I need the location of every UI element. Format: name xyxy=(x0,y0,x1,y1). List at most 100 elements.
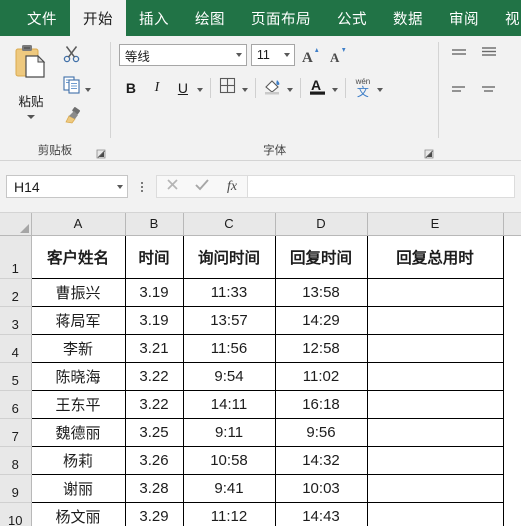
tab-insert[interactable]: 插入 xyxy=(126,0,182,36)
cell-c4[interactable]: 11:56 xyxy=(183,334,276,363)
cell-e1[interactable]: 回复总用时 xyxy=(367,235,504,279)
cell-b4[interactable]: 3.21 xyxy=(125,334,184,363)
cell-c8[interactable]: 10:58 xyxy=(183,446,276,475)
row-header-7[interactable]: 7 xyxy=(0,418,32,447)
cell-d7[interactable]: 9:56 xyxy=(275,418,368,447)
align-center-button[interactable] xyxy=(477,82,501,106)
cell-d3[interactable]: 14:29 xyxy=(275,306,368,335)
row-header-9[interactable]: 9 xyxy=(0,474,32,503)
clipboard-dialog-launcher-icon[interactable] xyxy=(95,147,107,159)
shrink-font-button[interactable]: A xyxy=(327,43,351,67)
cell-f1[interactable] xyxy=(503,235,521,278)
insert-function-button[interactable]: fx xyxy=(217,176,247,197)
cell-a4[interactable]: 李新 xyxy=(30,334,126,363)
chevron-down-icon[interactable] xyxy=(196,88,203,92)
cell-a6[interactable]: 王东平 xyxy=(30,390,126,419)
cell-a10[interactable]: 杨文丽 xyxy=(30,502,126,526)
cell-b1[interactable]: 时间 xyxy=(125,235,184,279)
bold-button[interactable]: B xyxy=(119,76,143,100)
cell-f2[interactable] xyxy=(503,278,521,306)
chevron-down-icon[interactable] xyxy=(286,88,293,92)
cell-e6[interactable] xyxy=(367,390,504,419)
chevron-down-icon[interactable] xyxy=(241,88,248,92)
cell-e8[interactable] xyxy=(367,446,504,475)
phonetic-guide-button[interactable]: wén 文 xyxy=(351,73,375,103)
name-box[interactable]: H14 xyxy=(6,175,128,198)
cell-f3[interactable] xyxy=(503,306,521,334)
row-header-4[interactable]: 4 xyxy=(0,334,32,363)
cell-f4[interactable] xyxy=(503,334,521,362)
row-header-1[interactable]: 1 xyxy=(0,235,32,279)
chevron-down-icon[interactable] xyxy=(27,115,35,119)
chevron-down-icon[interactable] xyxy=(85,87,91,92)
cell-b10[interactable]: 3.29 xyxy=(125,502,184,526)
cell-a9[interactable]: 谢丽 xyxy=(30,474,126,503)
align-left-button[interactable] xyxy=(447,82,471,106)
cell-d9[interactable]: 10:03 xyxy=(275,474,368,503)
column-header-b[interactable]: B xyxy=(125,213,184,236)
cell-e10[interactable] xyxy=(367,502,504,526)
row-header-5[interactable]: 5 xyxy=(0,362,32,391)
paste-button[interactable]: 粘贴 xyxy=(0,36,62,142)
fill-color-button[interactable] xyxy=(261,76,285,100)
row-header-3[interactable]: 3 xyxy=(0,306,32,335)
cut-button[interactable] xyxy=(62,44,110,69)
chevron-down-icon[interactable] xyxy=(376,88,383,92)
tab-draw[interactable]: 绘图 xyxy=(182,0,238,36)
cell-d4[interactable]: 12:58 xyxy=(275,334,368,363)
row-header-6[interactable]: 6 xyxy=(0,390,32,419)
column-header-f[interactable] xyxy=(503,213,521,236)
cell-d8[interactable]: 14:32 xyxy=(275,446,368,475)
cancel-button[interactable] xyxy=(157,176,187,197)
underline-button[interactable]: U xyxy=(171,76,195,100)
cell-a8[interactable]: 杨莉 xyxy=(30,446,126,475)
worksheet-grid[interactable]: A B C D E 1 客户姓名 时间 询问时间 回复时间 回复总用时 2 曹振… xyxy=(0,213,521,526)
align-top-button[interactable] xyxy=(447,44,471,68)
copy-button[interactable] xyxy=(62,75,110,100)
cell-f10[interactable] xyxy=(503,502,521,526)
cell-e4[interactable] xyxy=(367,334,504,363)
cell-e3[interactable] xyxy=(367,306,504,335)
cell-c2[interactable]: 11:33 xyxy=(183,278,276,307)
cell-c6[interactable]: 14:11 xyxy=(183,390,276,419)
cell-b9[interactable]: 3.28 xyxy=(125,474,184,503)
cell-b5[interactable]: 3.22 xyxy=(125,362,184,391)
tab-formulas[interactable]: 公式 xyxy=(324,0,380,36)
cell-d2[interactable]: 13:58 xyxy=(275,278,368,307)
cell-e5[interactable] xyxy=(367,362,504,391)
cell-f7[interactable] xyxy=(503,418,521,446)
font-color-button[interactable]: A xyxy=(306,76,330,100)
cell-a7[interactable]: 魏德丽 xyxy=(30,418,126,447)
formula-bar-expand-handle[interactable] xyxy=(134,181,150,192)
cell-a3[interactable]: 蒋局军 xyxy=(30,306,126,335)
tab-view[interactable]: 视 xyxy=(492,0,521,36)
column-header-e[interactable]: E xyxy=(367,213,504,236)
formula-input[interactable] xyxy=(247,175,515,198)
font-size-combo[interactable]: 11 xyxy=(250,44,295,66)
cell-b7[interactable]: 3.25 xyxy=(125,418,184,447)
cell-b8[interactable]: 3.26 xyxy=(125,446,184,475)
select-all-corner[interactable] xyxy=(0,213,32,236)
row-header-8[interactable]: 8 xyxy=(0,446,32,475)
tab-file[interactable]: 文件 xyxy=(14,0,70,36)
cell-c10[interactable]: 11:12 xyxy=(183,502,276,526)
cell-d5[interactable]: 11:02 xyxy=(275,362,368,391)
borders-button[interactable] xyxy=(216,76,240,100)
cell-a2[interactable]: 曹振兴 xyxy=(30,278,126,307)
tab-review[interactable]: 审阅 xyxy=(436,0,492,36)
column-header-d[interactable]: D xyxy=(275,213,368,236)
cell-c7[interactable]: 9:11 xyxy=(183,418,276,447)
cell-f8[interactable] xyxy=(503,446,521,474)
row-header-2[interactable]: 2 xyxy=(0,278,32,307)
cell-b2[interactable]: 3.19 xyxy=(125,278,184,307)
format-painter-button[interactable] xyxy=(62,106,110,131)
cell-d6[interactable]: 16:18 xyxy=(275,390,368,419)
cell-d10[interactable]: 14:43 xyxy=(275,502,368,526)
row-header-10[interactable]: 10 xyxy=(0,502,32,526)
cell-b3[interactable]: 3.19 xyxy=(125,306,184,335)
cell-e9[interactable] xyxy=(367,474,504,503)
cell-f6[interactable] xyxy=(503,390,521,418)
chevron-down-icon[interactable] xyxy=(331,88,338,92)
grow-font-button[interactable]: A xyxy=(299,43,323,67)
cell-e7[interactable] xyxy=(367,418,504,447)
